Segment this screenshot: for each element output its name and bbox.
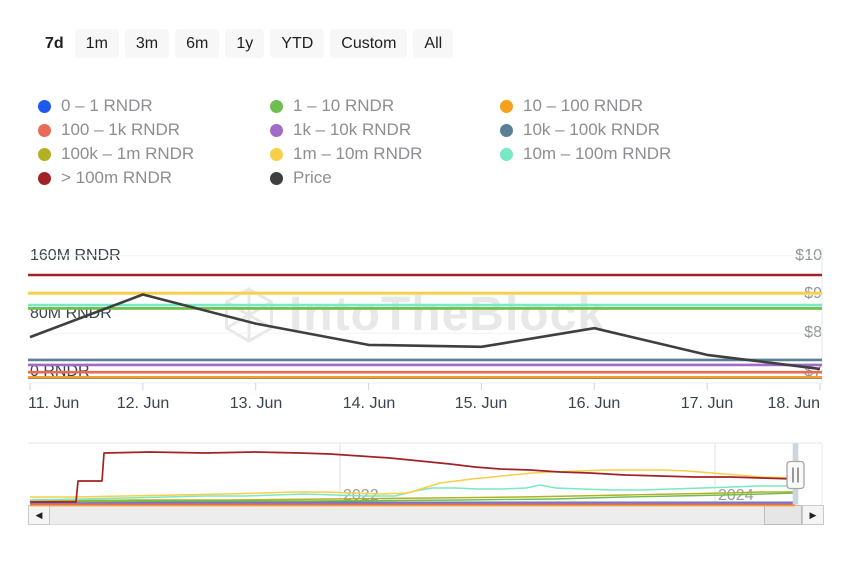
- range-button-custom[interactable]: Custom: [330, 29, 407, 58]
- legend-marker-icon: [38, 100, 51, 113]
- legend-item-10-100-rndr[interactable]: 10 – 100 RNDR: [500, 94, 671, 118]
- range-button-1y[interactable]: 1y: [225, 29, 264, 58]
- legend-item-100-1k-rndr[interactable]: 100 – 1k RNDR: [38, 118, 270, 142]
- legend-label: 1k – 10k RNDR: [293, 120, 411, 140]
- legend-marker-icon: [270, 148, 283, 161]
- axis-labels-layer: 160M RNDR 80M RNDR 0 RNDR $10 $9 $8 $7 11. Jun 1…: [0, 0, 850, 567]
- y-axis-label-right: $9: [804, 285, 822, 303]
- x-axis-date-label: 18. Jun: [768, 395, 820, 413]
- navigator-handle-grip[interactable]: [787, 462, 804, 489]
- legend-label: 1m – 10m RNDR: [293, 144, 422, 164]
- legend-item-100m-rndr[interactable]: > 100m RNDR: [38, 166, 270, 190]
- legend-marker-icon: [270, 172, 283, 185]
- range-button-3m[interactable]: 3m: [125, 29, 169, 58]
- legend-item-1k-10k-rndr[interactable]: 1k – 10k RNDR: [270, 118, 500, 142]
- x-axis-date-label: 12. Jun: [117, 395, 169, 413]
- y-axis-label-left: 160M RNDR: [30, 247, 121, 265]
- x-axis-date-label: 16. Jun: [568, 395, 620, 413]
- intotheblock-logo-icon: [222, 286, 276, 344]
- navigator-handle[interactable]: [787, 444, 804, 505]
- navigator-series-100m-rndr: [30, 452, 795, 502]
- range-button-6m[interactable]: 6m: [175, 29, 219, 58]
- navigator-series-100k-1m-rndr: [30, 492, 795, 501]
- y-axis-label-right: $10: [795, 247, 822, 265]
- legend-item-1m-10m-rndr[interactable]: 1m – 10m RNDR: [270, 142, 500, 166]
- legend-item-10k-100k-rndr[interactable]: 10k – 100k RNDR: [500, 118, 671, 142]
- scrollbar-thumb[interactable]: [764, 505, 802, 525]
- y-axis-label-left: 0 RNDR: [30, 363, 90, 381]
- x-axis-date-label: 15. Jun: [455, 395, 507, 413]
- legend-label: 10m – 100m RNDR: [523, 144, 671, 164]
- legend-marker-icon: [500, 100, 513, 113]
- scrollbar-track[interactable]: [28, 505, 824, 525]
- y-axis-label-right: $7: [804, 363, 822, 381]
- y-axis-label-left: 80M RNDR: [30, 305, 112, 323]
- watermark: IntoTheBlock: [222, 286, 605, 344]
- legend-marker-icon: [38, 148, 51, 161]
- legend-item-price[interactable]: Price: [270, 166, 500, 190]
- legend-marker-icon: [500, 148, 513, 161]
- legend-item-100k-1m-rndr[interactable]: 100k – 1m RNDR: [38, 142, 270, 166]
- legend-marker-icon: [38, 124, 51, 137]
- range-button-ytd[interactable]: YTD: [270, 29, 324, 58]
- legend-label: Price: [293, 168, 332, 188]
- date-range-toolbar: 7d1m3m6m1yYTDCustomAll: [40, 29, 453, 58]
- watermark-text: IntoTheBlock: [289, 291, 605, 339]
- legend-item-1-10-rndr[interactable]: 1 – 10 RNDR: [270, 94, 500, 118]
- x-axis-date-label: 17. Jun: [681, 395, 733, 413]
- legend-marker-icon: [270, 100, 283, 113]
- range-button-7d[interactable]: 7d: [40, 29, 69, 58]
- scrollbar-right-button[interactable]: ▶: [802, 505, 824, 525]
- y-axis-label-right: $8: [804, 324, 822, 342]
- x-axis-date-label: 11. Jun: [28, 395, 79, 413]
- x-axis-date-label: 13. Jun: [230, 395, 282, 413]
- chart-legend: 0 – 1 RNDR 100 – 1k RNDR 100k – 1m RNDR > 1…: [38, 94, 671, 190]
- legend-marker-icon: [270, 124, 283, 137]
- scroll-right-icon: ▶: [810, 510, 817, 521]
- legend-marker-icon: [500, 124, 513, 137]
- navigator-series-10m-100m-rndr: [30, 485, 795, 500]
- legend-label: 10 – 100 RNDR: [523, 96, 643, 116]
- legend-marker-icon: [38, 172, 51, 185]
- navigator-year-label: 2022: [343, 487, 379, 505]
- navigator-series-1m-10m-rndr: [30, 470, 795, 497]
- legend-label: 1 – 10 RNDR: [293, 96, 394, 116]
- legend-label: 100k – 1m RNDR: [61, 144, 194, 164]
- chart-canvas: [0, 0, 850, 567]
- range-button-1m[interactable]: 1m: [75, 29, 119, 58]
- scrollbar-left-button[interactable]: ◀: [28, 505, 50, 525]
- navigator-series-1-10-rndr: [30, 493, 795, 502]
- navigator-year-label: 2024: [718, 487, 754, 505]
- legend-item-0-1-rndr[interactable]: 0 – 1 RNDR: [38, 94, 270, 118]
- legend-label: 0 – 1 RNDR: [61, 96, 153, 116]
- range-button-all[interactable]: All: [413, 29, 453, 58]
- legend-label: 10k – 100k RNDR: [523, 120, 660, 140]
- holders-distribution-chart-app: IntoTheBlock 160M RNDR 80M RNDR 0 RNDR $10 $…: [0, 0, 850, 567]
- scroll-left-icon: ◀: [36, 510, 43, 521]
- legend-label: 100 – 1k RNDR: [61, 120, 180, 140]
- legend-label: > 100m RNDR: [61, 168, 172, 188]
- x-axis-date-label: 14. Jun: [343, 395, 395, 413]
- series-line-price: [30, 295, 820, 369]
- legend-item-10m-100m-rndr[interactable]: 10m – 100m RNDR: [500, 142, 671, 166]
